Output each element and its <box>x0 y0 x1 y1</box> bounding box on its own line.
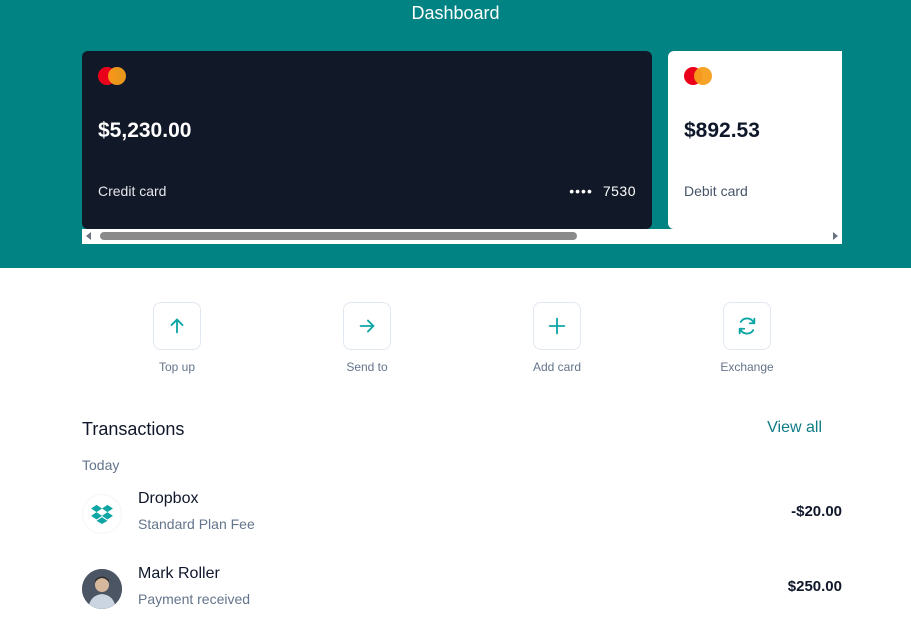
card-balance: $892.53 <box>684 119 760 142</box>
card-type-label: Credit card <box>98 183 167 199</box>
dropbox-icon <box>82 494 122 534</box>
action-add-card[interactable]: Add card <box>502 302 612 374</box>
scroll-right-arrow-icon[interactable] <box>833 232 838 240</box>
transaction-name: Dropbox <box>138 490 199 507</box>
action-send-to[interactable]: Send to <box>312 302 422 374</box>
action-top-up[interactable]: Top up <box>122 302 232 374</box>
mastercard-icon <box>98 67 126 85</box>
avatar <box>82 569 122 609</box>
plus-icon <box>548 317 566 335</box>
arrow-up-icon <box>170 318 184 334</box>
refresh-icon <box>738 317 756 335</box>
transaction-description: Standard Plan Fee <box>138 516 255 532</box>
action-label: Add card <box>532 360 582 374</box>
action-exchange[interactable]: Exchange <box>692 302 802 374</box>
transactions-group-label: Today <box>82 457 120 473</box>
card-balance: $5,230.00 <box>98 119 192 142</box>
card-number: •••• 7530 <box>569 183 636 199</box>
top-up-button[interactable] <box>153 302 201 350</box>
scrollbar-thumb[interactable] <box>100 232 577 240</box>
transactions-heading: Transactions <box>82 419 185 439</box>
card-number-mask: •••• <box>569 183 593 199</box>
exchange-button[interactable] <box>723 302 771 350</box>
add-card-button[interactable] <box>533 302 581 350</box>
mastercard-icon <box>684 67 712 85</box>
debit-card[interactable]: $892.53 Debit card <box>668 51 842 229</box>
transaction-amount: $250.00 <box>787 578 842 595</box>
send-to-button[interactable] <box>343 302 391 350</box>
card-type-label: Debit card <box>684 183 748 199</box>
action-label: Exchange <box>720 360 774 374</box>
cards-scrollbar[interactable] <box>82 229 842 244</box>
view-all-link[interactable]: View all <box>767 419 822 437</box>
action-label: Send to <box>346 360 388 374</box>
transaction-row[interactable]: Dropbox Standard Plan Fee -$20.00 <box>82 490 842 540</box>
scroll-left-arrow-icon[interactable] <box>86 232 91 240</box>
page-title: Dashboard <box>411 3 500 23</box>
transaction-name: Mark Roller <box>138 565 220 582</box>
card-last4: 7530 <box>602 183 636 199</box>
credit-card[interactable]: $5,230.00 Credit card •••• 7530 <box>82 51 652 229</box>
arrow-right-icon <box>359 319 375 333</box>
cards-carousel[interactable]: $5,230.00 Credit card •••• 7530 $892.53 D… <box>82 51 842 229</box>
action-label: Top up <box>158 360 196 374</box>
quick-actions: Top up Send to Add card Exchange <box>82 302 842 382</box>
transaction-description: Payment received <box>138 591 251 607</box>
transaction-amount: -$20.00 <box>791 503 842 520</box>
transaction-row[interactable]: Mark Roller Payment received $250.00 <box>82 565 842 615</box>
